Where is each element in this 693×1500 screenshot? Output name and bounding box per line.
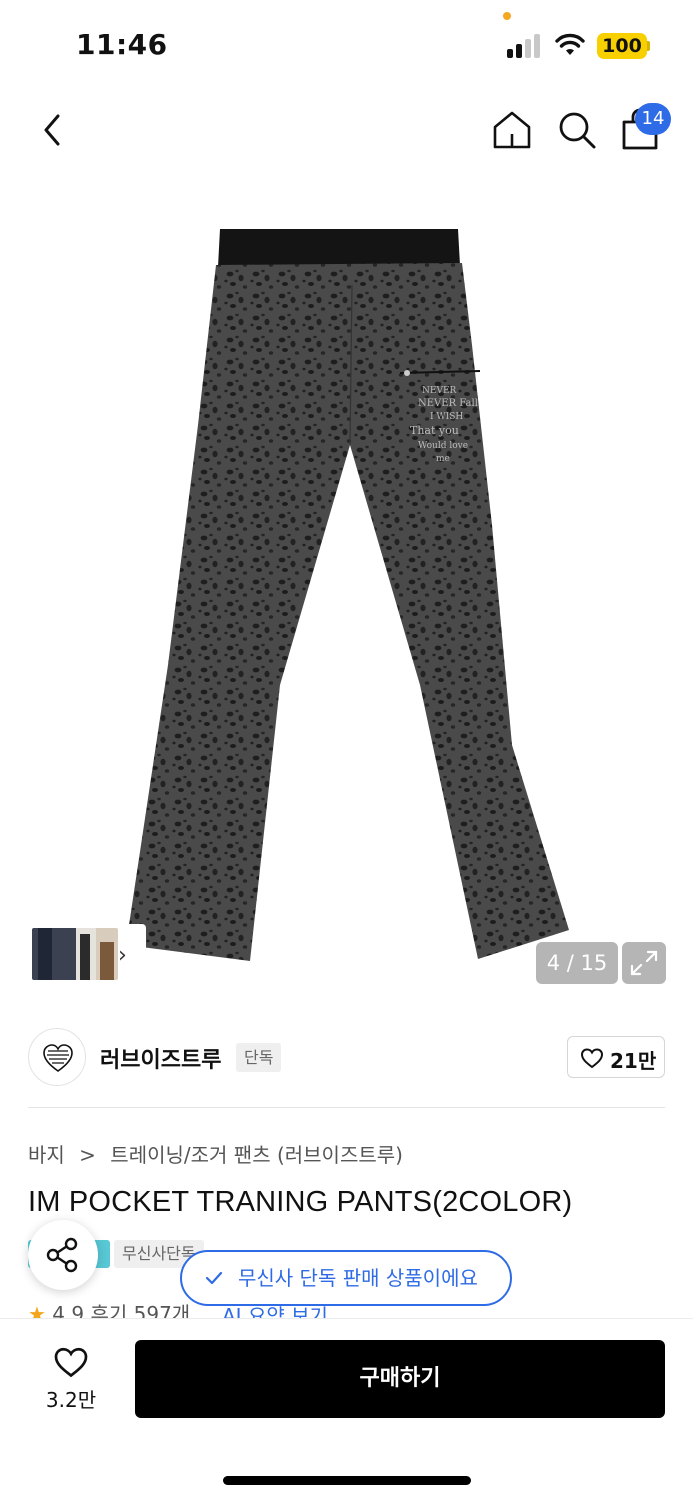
svg-text:I WISH: I WISH — [430, 412, 463, 422]
breadcrumb-level1[interactable]: 바지 — [28, 1143, 65, 1167]
svg-text:me: me — [436, 454, 450, 464]
home-indicator — [223, 1476, 471, 1485]
share-icon — [46, 1237, 78, 1273]
check-icon — [205, 1271, 223, 1285]
chevron-right-icon[interactable]: › — [118, 943, 127, 968]
thumbnail-strip[interactable] — [28, 924, 146, 984]
back-icon[interactable] — [34, 110, 74, 150]
brand-like-button[interactable]: 21만 — [567, 1036, 665, 1078]
brand-name[interactable]: 러브이즈트루 — [100, 1042, 221, 1074]
product-title: IM POCKET TRANING PANTS(2COLOR) — [28, 1186, 573, 1218]
svg-text:That you: That you — [410, 424, 459, 437]
privacy-indicator — [503, 12, 511, 20]
product-image[interactable]: NEVER NEVER Fall I WISH That you Would l… — [120, 225, 575, 965]
exclusive-toast: 무신사 단독 판매 상품이에요 — [180, 1250, 512, 1306]
thumbnail-image[interactable] — [32, 928, 118, 980]
breadcrumb-level2[interactable]: 트레이닝/조거 팬츠 (러브이즈트루) — [110, 1143, 403, 1167]
status-time: 11:46 — [76, 28, 168, 61]
battery-tip — [647, 41, 650, 51]
breadcrumb: 바지 > 트레이닝/조거 팬츠 (러브이즈트루) — [28, 1139, 411, 1168]
home-icon[interactable] — [490, 108, 534, 152]
heart-logo-icon — [43, 1044, 73, 1072]
svg-text:NEVER Fall: NEVER Fall — [418, 398, 478, 409]
buy-button[interactable]: 구매하기 — [135, 1340, 665, 1418]
toast-text: 무신사 단독 판매 상품이에요 — [238, 1266, 478, 1290]
svg-text:Would love: Would love — [418, 441, 468, 451]
heart-icon — [54, 1347, 88, 1378]
svg-text:NEVER: NEVER — [422, 386, 457, 396]
rating-row[interactable]: ★ 4.9 후기 597개 — [28, 1298, 190, 1320]
heart-icon — [580, 1048, 604, 1069]
signal-icon — [507, 34, 543, 58]
battery-indicator: 100 — [597, 33, 647, 59]
wifi-icon — [555, 33, 585, 55]
cart-count-badge: 14 — [635, 103, 671, 135]
brand-like-count: 21만 — [610, 1049, 657, 1073]
divider — [28, 1107, 665, 1108]
share-button[interactable] — [28, 1220, 98, 1290]
expand-icon[interactable] — [622, 942, 666, 984]
product-like-count: 3.2만 — [45, 1388, 97, 1412]
status-bar: 11:46 100 — [0, 0, 693, 90]
brand-logo[interactable] — [28, 1028, 86, 1086]
search-icon[interactable] — [555, 108, 599, 152]
breadcrumb-separator: > — [79, 1143, 96, 1167]
image-counter: 4 / 15 — [536, 942, 618, 984]
brand-exclusive-tag: 단독 — [236, 1043, 282, 1072]
